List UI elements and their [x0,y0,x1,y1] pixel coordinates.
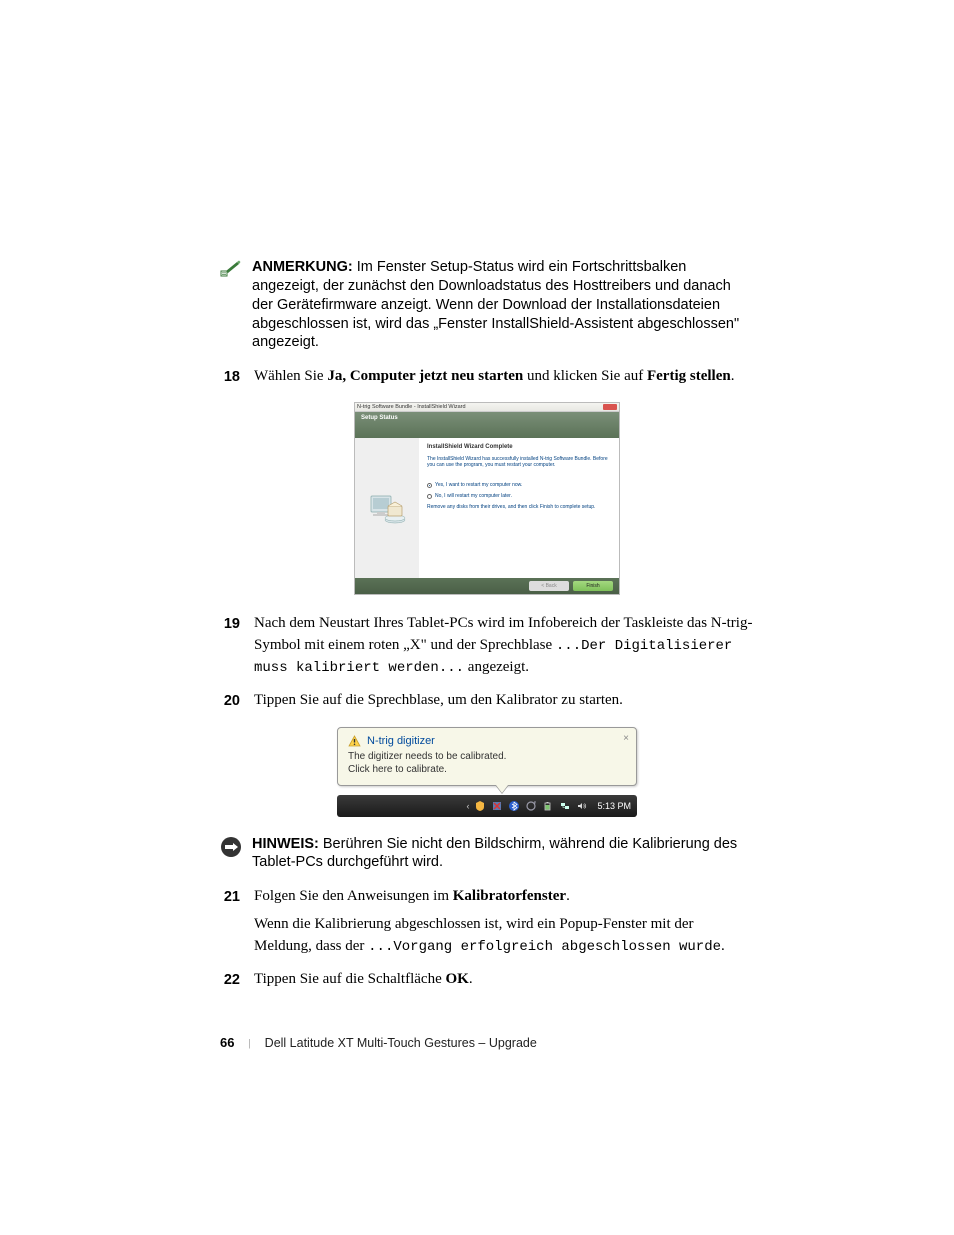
footer-title: Dell Latitude XT Multi-Touch Gestures – … [265,1036,537,1050]
radio-button-icon [427,494,432,499]
step-body: Tippen Sie auf die Sprechblase, um den K… [254,690,754,712]
pencil-note-icon [220,260,242,278]
dialog-graphic [355,438,419,578]
radio-restart-now[interactable]: Yes, I want to restart my computer now. [427,482,611,488]
step-19: 19 Nach dem Neustart Ihres Tablet-PCs wi… [220,613,754,678]
radio-button-icon [427,483,432,488]
taskbar-ntrig-icon[interactable] [491,800,503,812]
step-20: 20 Tippen Sie auf die Sprechblase, um de… [220,690,754,712]
balloon-title: N-trig digitizer [367,735,435,747]
dialog-heading: InstallShield Wizard Complete [427,444,611,450]
balloon-notification-screenshot: × N-trig digitizer The digitizer needs t… [337,727,637,817]
close-button[interactable] [603,404,617,410]
step-body: Folgen Sie den Anweisungen im Kalibrator… [254,886,754,957]
warning-icon [348,735,361,747]
radio-restart-later[interactable]: No, I will restart my computer later. [427,493,611,499]
dialog-hint: Remove any disks from their drives, and … [427,504,611,510]
balloon-message-line1: The digitizer needs to be calibrated. [348,750,626,763]
page-footer: 66 | Dell Latitude XT Multi-Touch Gestur… [220,1035,537,1050]
finish-button[interactable]: Finish [573,581,613,591]
step-number: 19 [220,613,240,678]
step-18: 18 Wählen Sie Ja, Computer jetzt neu sta… [220,366,754,388]
step-number: 21 [220,886,240,957]
note-hinweis: HINWEIS: Berühren Sie nicht den Bildschi… [220,835,754,873]
taskbar-chevron-icon[interactable]: ‹ [466,801,469,811]
step-body: Nach dem Neustart Ihres Tablet-PCs wird … [254,613,754,678]
step-number: 20 [220,690,240,712]
installshield-screenshot: N-trig Software Bundle - InstallShield W… [354,402,620,595]
dialog-title: N-trig Software Bundle - InstallShield W… [357,404,466,410]
step-body: Wählen Sie Ja, Computer jetzt neu starte… [254,366,754,388]
note-anmerkung: ANMERKUNG: Im Fenster Setup-Status wird … [220,258,754,352]
taskbar-bluetooth-icon[interactable] [508,800,520,812]
taskbar: ‹ 5:13 PM [337,795,637,817]
step-21: 21 Folgen Sie den Anweisungen im Kalibra… [220,886,754,957]
footer-divider: | [248,1037,250,1049]
anmerkung-label: ANMERKUNG: [252,259,353,275]
taskbar-sync-icon[interactable] [525,800,537,812]
arrow-notice-icon [220,836,242,858]
taskbar-shield-icon[interactable] [474,800,486,812]
taskbar-battery-icon[interactable] [542,800,554,812]
taskbar-network-icon[interactable] [559,800,571,812]
step-22: 22 Tippen Sie auf die Schaltfläche OK. [220,969,754,991]
step-body: Tippen Sie auf die Schaltfläche OK. [254,969,754,991]
note-anmerkung-text: ANMERKUNG: Im Fenster Setup-Status wird … [252,258,754,352]
taskbar-clock[interactable]: 5:13 PM [597,801,631,811]
balloon-message-line2: Click here to calibrate. [348,763,626,776]
step-number: 18 [220,366,240,388]
dialog-titlebar: N-trig Software Bundle - InstallShield W… [355,403,619,412]
hinweis-label: HINWEIS: [252,836,319,852]
dialog-banner: Setup Status [355,412,619,438]
balloon-close-icon[interactable]: × [623,733,629,744]
back-button[interactable]: < Back [529,581,569,591]
page-number: 66 [220,1035,234,1050]
taskbar-volume-icon[interactable] [576,800,588,812]
note-hinweis-text: HINWEIS: Berühren Sie nicht den Bildschi… [252,835,754,873]
dialog-description: The InstallShield Wizard has successfull… [427,456,611,468]
balloon-tooltip[interactable]: × N-trig digitizer The digitizer needs t… [337,727,637,786]
step-number: 22 [220,969,240,991]
